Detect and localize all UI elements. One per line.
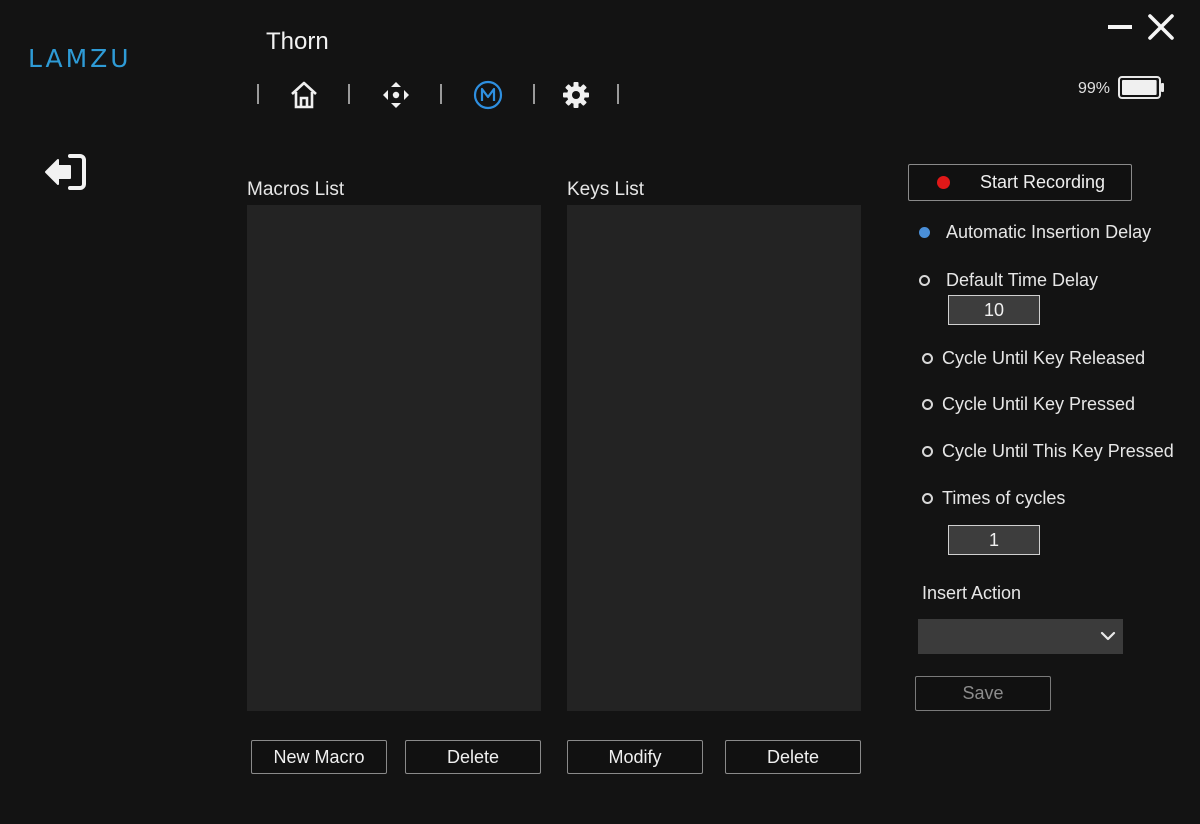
lamzu-logo: LAMZU — [28, 44, 132, 73]
cycle-until-this-key-pressed-label: Cycle Until This Key Pressed — [942, 441, 1174, 461]
gear-icon — [563, 82, 589, 108]
battery-fill — [1122, 80, 1157, 95]
nav-separator — [533, 84, 535, 104]
times-of-cycles-input[interactable]: 1 — [948, 525, 1040, 555]
start-recording-button[interactable]: Start Recording — [908, 164, 1132, 201]
insert-action-label: Insert Action — [922, 583, 1022, 603]
device-name: Thorn — [266, 28, 329, 55]
nav-separator — [257, 84, 259, 104]
close-icon — [1148, 14, 1174, 40]
nav-separator — [440, 84, 442, 104]
home-icon — [291, 81, 317, 109]
insert-action-select[interactable] — [918, 619, 1123, 654]
exit-button[interactable] — [44, 154, 88, 190]
radio-unselected-icon — [922, 493, 933, 504]
times-of-cycles-label: Times of cycles — [942, 488, 1066, 508]
battery-percentage: 99% — [1078, 80, 1111, 97]
minimize-button[interactable] — [1106, 14, 1134, 42]
automatic-insertion-delay-label: Automatic Insertion Delay — [946, 222, 1152, 242]
save-button[interactable]: Save — [915, 676, 1051, 711]
cycle-until-key-pressed-option[interactable]: Cycle Until Key Pressed — [922, 394, 1135, 415]
battery-icon — [1118, 76, 1164, 99]
chevron-down-icon — [1100, 631, 1116, 641]
radio-unselected-icon — [922, 399, 933, 410]
delete-key-button[interactable]: Delete — [725, 740, 861, 774]
macro-m-icon — [473, 80, 503, 110]
close-button[interactable] — [1147, 13, 1175, 41]
default-time-delay-label: Default Time Delay — [946, 270, 1099, 290]
modify-key-button[interactable]: Modify — [567, 740, 703, 774]
nav-buttons[interactable] — [379, 78, 413, 112]
cycle-until-key-pressed-label: Cycle Until Key Pressed — [942, 394, 1136, 414]
start-recording-label: Start Recording — [980, 172, 1106, 192]
macros-list[interactable] — [247, 205, 541, 711]
radio-selected-icon — [919, 227, 930, 238]
minimize-icon — [1108, 25, 1132, 29]
radio-unselected-icon — [922, 446, 933, 457]
times-of-cycles-option[interactable]: Times of cycles — [922, 488, 1065, 509]
radio-unselected-icon — [922, 353, 933, 364]
cycle-until-key-released-option[interactable]: Cycle Until Key Released — [922, 348, 1145, 369]
nav-macros[interactable] — [471, 78, 505, 112]
record-dot-icon — [937, 176, 950, 189]
macros-list-title: Macros List — [247, 179, 345, 200]
nav-settings[interactable] — [559, 78, 593, 112]
default-time-delay-input[interactable]: 10 — [948, 295, 1040, 325]
keys-list-title: Keys List — [567, 179, 645, 200]
keys-list[interactable] — [567, 205, 861, 711]
radio-unselected-icon — [919, 275, 930, 286]
nav-home[interactable] — [287, 78, 321, 112]
battery-indicator — [1118, 76, 1164, 99]
default-time-delay-option[interactable]: Default Time Delay — [919, 270, 1098, 291]
cycle-until-key-released-label: Cycle Until Key Released — [942, 348, 1146, 368]
automatic-insertion-delay-option[interactable]: Automatic Insertion Delay — [919, 222, 1151, 243]
nav-separator — [348, 84, 350, 104]
new-macro-button[interactable]: New Macro — [251, 740, 387, 774]
cycle-until-this-key-pressed-option[interactable]: Cycle Until This Key Pressed — [922, 441, 1174, 462]
nav-separator — [617, 84, 619, 104]
delete-macro-button[interactable]: Delete — [405, 740, 541, 774]
move-arrows-icon — [383, 82, 409, 108]
sign-out-icon — [45, 154, 86, 190]
